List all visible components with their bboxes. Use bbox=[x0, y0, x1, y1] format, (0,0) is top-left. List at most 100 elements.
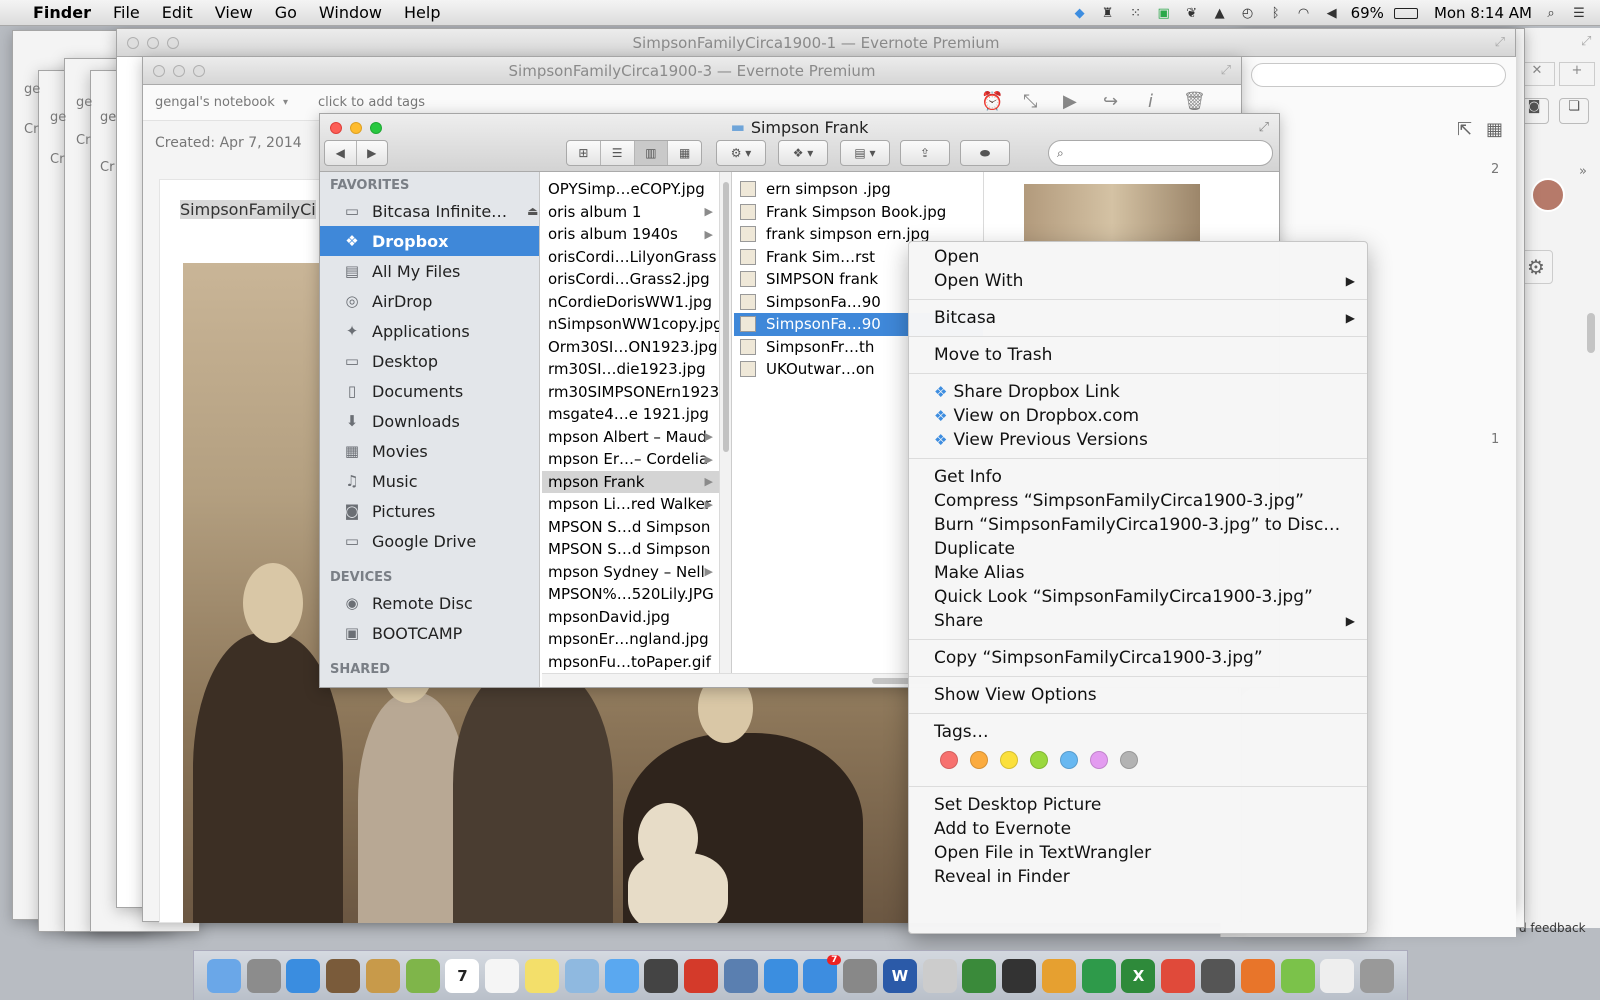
app-store-icon[interactable]: 7 bbox=[803, 954, 842, 993]
arrange-button[interactable]: ▤ ▾ bbox=[840, 140, 890, 166]
zoom-button[interactable] bbox=[167, 37, 179, 49]
file-row[interactable]: msgate4…e 1921.jpg bbox=[542, 403, 719, 426]
menu-item-open-in-textwrangler[interactable]: Open File in TextWrangler bbox=[909, 841, 1367, 865]
leaf-icon[interactable] bbox=[405, 958, 440, 993]
finder-icon[interactable] bbox=[206, 958, 241, 993]
safari-icon[interactable] bbox=[286, 958, 321, 993]
menu-item-share[interactable]: Share ▶ bbox=[909, 609, 1367, 633]
menu-item-view-on-dropbox[interactable]: ❖ View on Dropbox.com bbox=[909, 404, 1367, 428]
icon-view-icon[interactable]: ⊞ bbox=[567, 141, 601, 165]
file-row[interactable]: nCordieDorisWW1.jpg bbox=[542, 291, 719, 314]
menu-item-add-to-evernote[interactable]: Add to Evernote bbox=[909, 817, 1367, 841]
messages-icon[interactable] bbox=[604, 958, 639, 993]
sync-icon[interactable] bbox=[1201, 958, 1236, 993]
folder-row[interactable]: mpson Li…red Walker ▶ bbox=[542, 493, 719, 516]
sidebar-item-remote-disc[interactable]: ◉ Remote Disc bbox=[320, 588, 539, 618]
fullscreen-icon[interactable]: ⤢ bbox=[1581, 34, 1591, 49]
sidebar-item-music[interactable]: ♫ Music bbox=[320, 466, 539, 496]
present-icon[interactable]: ⤡ bbox=[1023, 91, 1037, 112]
menu-item-compress[interactable]: Compress “SimpsonFamilyCirca1900-3.jpg” bbox=[909, 489, 1367, 513]
battery-icon[interactable] bbox=[1393, 7, 1418, 19]
tag-button[interactable]: ⬬ bbox=[960, 140, 1010, 166]
grid-icon[interactable] bbox=[1002, 958, 1037, 993]
menu-item-quick-look[interactable]: Quick Look “SimpsonFamilyCirca1900-3.jpg… bbox=[909, 585, 1367, 609]
tags-field[interactable]: click to add tags bbox=[318, 95, 425, 110]
file-row[interactable]: rm30SI…die1923.jpg bbox=[542, 358, 719, 381]
battery-percent[interactable]: 69% bbox=[1351, 4, 1384, 22]
menu-item-open[interactable]: Open bbox=[909, 245, 1367, 269]
finder-column-2[interactable]: OPYSimp…eCOPY.jpg oris album 1 ▶ oris album… bbox=[542, 172, 720, 673]
scrollbar[interactable] bbox=[1587, 313, 1595, 353]
folder-row[interactable]: oris album 1940s ▶ bbox=[542, 223, 719, 246]
sidebar-item-applications[interactable]: ✦ Applications bbox=[320, 316, 539, 346]
numbers-icon[interactable] bbox=[1081, 958, 1116, 993]
menu-item-open-with[interactable]: Open With ▶ bbox=[909, 269, 1367, 293]
folder-row[interactable]: mpson Albert – Maud ▶ bbox=[542, 426, 719, 449]
tag-color-dot[interactable] bbox=[1030, 751, 1048, 769]
presentation-icon[interactable]: ▶ bbox=[1063, 91, 1077, 112]
menu-window[interactable]: Window bbox=[308, 3, 393, 22]
dropbox-status-icon[interactable]: ◆ bbox=[1071, 5, 1089, 21]
grid-view-icon[interactable]: ▦ bbox=[1486, 119, 1503, 140]
google-drive-status-icon[interactable]: ▲ bbox=[1211, 5, 1229, 21]
time-machine-icon[interactable]: ◴ bbox=[1239, 5, 1257, 21]
file-row[interactable]: orisCordi…LilyonGrass bbox=[542, 246, 719, 269]
firefox-icon[interactable] bbox=[1240, 958, 1275, 993]
evernote-window-3-titlebar[interactable]: SimpsonFamilyCirca1900-3 — Evernote Prem… bbox=[143, 57, 1241, 85]
search-field[interactable]: ⌕ bbox=[1048, 140, 1273, 166]
avatar[interactable] bbox=[1531, 178, 1565, 212]
bluetooth-icon[interactable]: ᛒ bbox=[1267, 5, 1285, 21]
menu-item-set-desktop-picture[interactable]: Set Desktop Picture bbox=[909, 793, 1367, 817]
sidebar-item-dropbox[interactable]: ❖ Dropbox bbox=[320, 226, 539, 256]
dropbox-menu-button[interactable]: ❖ ▾ bbox=[778, 140, 828, 166]
feedback-link[interactable]: d feedback bbox=[1519, 921, 1586, 935]
menu-item-show-view-options[interactable]: Show View Options bbox=[909, 683, 1367, 707]
document-icon[interactable] bbox=[1320, 958, 1355, 993]
close-button[interactable] bbox=[127, 37, 139, 49]
clock[interactable]: Mon 8:14 AM bbox=[1434, 4, 1532, 22]
share-button[interactable]: ⇪ bbox=[900, 140, 950, 166]
sidebar-item-downloads[interactable]: ⬇ Downloads bbox=[320, 406, 539, 436]
file-row[interactable]: OPYSimp…eCOPY.jpg bbox=[542, 178, 719, 201]
menu-view[interactable]: View bbox=[204, 3, 264, 22]
file-row[interactable]: Frank Simpson Book.jpg bbox=[734, 201, 983, 224]
iphoto-icon[interactable] bbox=[723, 958, 758, 993]
reminder-icon[interactable]: ⏰ bbox=[981, 91, 1003, 112]
minimize-button[interactable] bbox=[147, 37, 159, 49]
scissors-icon[interactable] bbox=[922, 958, 957, 993]
chrome-icon[interactable] bbox=[1161, 958, 1196, 993]
close-button[interactable] bbox=[153, 65, 165, 77]
picasa-icon[interactable] bbox=[1041, 958, 1076, 993]
search-field[interactable] bbox=[1251, 63, 1506, 87]
photo-icon[interactable] bbox=[684, 958, 719, 993]
wifi-icon[interactable]: ◠ bbox=[1295, 5, 1313, 21]
column-2-scrollbar[interactable] bbox=[720, 172, 732, 673]
file-row[interactable]: orisCordi…Grass2.jpg bbox=[542, 268, 719, 291]
cover-flow-icon[interactable]: ▦ bbox=[668, 141, 701, 165]
sidebar-item-google-drive[interactable]: ▭ Google Drive bbox=[320, 526, 539, 556]
facetime-icon[interactable] bbox=[644, 958, 679, 993]
tag-color-dot[interactable] bbox=[1090, 751, 1108, 769]
evernote-window-1-titlebar[interactable]: SimpsonFamilyCirca1900-1 — Evernote Prem… bbox=[117, 29, 1515, 57]
tag-color-dot[interactable] bbox=[1000, 751, 1018, 769]
sidebar-item-airdrop[interactable]: ◎ AirDrop bbox=[320, 286, 539, 316]
file-row[interactable]: MPSON S…d Simpson bbox=[542, 516, 719, 539]
menu-file[interactable]: File bbox=[102, 3, 151, 22]
tag-color-dot[interactable] bbox=[1120, 751, 1138, 769]
file-row[interactable]: ern simpson .jpg bbox=[734, 178, 983, 201]
forward-button[interactable]: ▶ bbox=[357, 141, 388, 165]
info-icon[interactable]: i bbox=[1148, 91, 1153, 112]
file-row[interactable]: nSimpsonWW1copy.jpg bbox=[542, 313, 719, 336]
layers-icon[interactable]: ❏ bbox=[1559, 98, 1589, 124]
share-arrow-icon[interactable]: ↪ bbox=[1103, 91, 1118, 112]
excel-icon[interactable]: X bbox=[1121, 958, 1156, 993]
file-row[interactable]: mpsonFu…toPaper.gif bbox=[542, 651, 719, 674]
preview-icon[interactable] bbox=[564, 958, 599, 993]
menu-item-get-info[interactable]: Get Info bbox=[909, 465, 1367, 489]
tag-color-dot[interactable] bbox=[1060, 751, 1078, 769]
sidebar-item-desktop[interactable]: ▭ Desktop bbox=[320, 346, 539, 376]
menu-item-make-alias[interactable]: Make Alias bbox=[909, 561, 1367, 585]
reminders-icon[interactable] bbox=[485, 958, 520, 993]
menu-app-name[interactable]: Finder bbox=[22, 3, 102, 22]
file-row[interactable]: mpsonEr…ngland.jpg bbox=[542, 628, 719, 651]
